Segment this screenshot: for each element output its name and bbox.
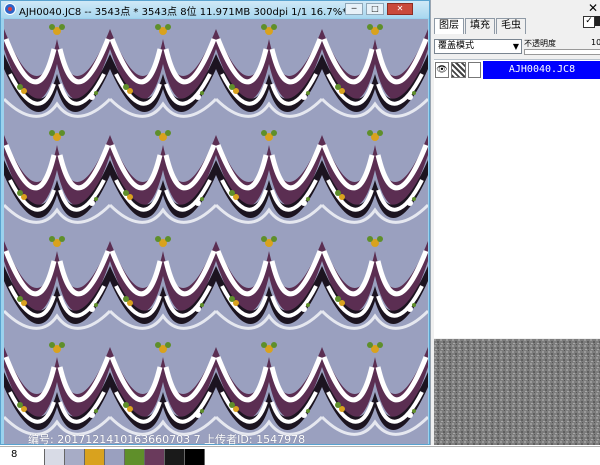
chevron-down-icon: ▼: [512, 42, 519, 51]
color-swatch[interactable]: [45, 449, 65, 465]
panel-tabs: 图层 填充 毛虫: [434, 18, 527, 34]
color-swatch[interactable]: [65, 449, 85, 465]
watermark-bar: 编号: 2017121410163660703 7 上传者ID: 1547978: [4, 431, 428, 446]
color-swatch[interactable]: [125, 449, 145, 465]
window-titlebar[interactable]: AJH0040.JC8 -- 3543点 * 3543点 8位 11.971MB…: [1, 1, 429, 18]
color-swatch[interactable]: [145, 449, 165, 465]
curtain-pattern-artwork: [4, 19, 428, 444]
panel-checkbox[interactable]: ✓: [583, 16, 595, 28]
panel-close-icon[interactable]: ✕: [586, 1, 600, 15]
layer-thumbnail: [468, 62, 481, 78]
opacity-slider[interactable]: [524, 49, 600, 55]
close-button[interactable]: ✕: [387, 3, 413, 15]
layers-panel: ✕ 图层 填充 毛虫 ✓ 覆盖模式 ▼ 不透明度 100 👁 AJH0040.J…: [430, 0, 600, 445]
tab-layers[interactable]: 图层: [434, 18, 464, 34]
tab-fill[interactable]: 填充: [465, 18, 495, 34]
blend-mode-value: 覆盖模式: [438, 41, 475, 51]
color-swatch[interactable]: [185, 449, 205, 465]
color-swatches: [25, 449, 205, 465]
noise-texture-image: [434, 339, 600, 445]
layer-row[interactable]: 👁 AJH0040.JC8: [434, 61, 600, 79]
app-icon[interactable]: [4, 3, 16, 15]
opacity-value: 100: [591, 38, 600, 47]
panel-pin-icon[interactable]: [595, 16, 600, 26]
color-palette-bar: 8: [0, 446, 600, 465]
layer-list: 👁 AJH0040.JC8: [434, 59, 600, 338]
color-swatch[interactable]: [85, 449, 105, 465]
window-title: AJH0040.JC8 -- 3543点 * 3543点 8位 11.971MB…: [19, 7, 348, 18]
layer-name[interactable]: AJH0040.JC8: [483, 61, 600, 79]
document-window: AJH0040.JC8 -- 3543点 * 3543点 8位 11.971MB…: [0, 0, 430, 446]
watermark-text: 编号: 2017121410163660703 7 上传者ID: 1547978: [28, 433, 306, 446]
maximize-button[interactable]: □: [366, 3, 384, 15]
lock-pattern-icon[interactable]: [451, 62, 466, 78]
color-swatch[interactable]: [105, 449, 125, 465]
tab-brush[interactable]: 毛虫: [496, 18, 526, 34]
eye-icon[interactable]: 👁: [435, 62, 449, 78]
palette-count: 8: [11, 449, 18, 460]
texture-preview: [434, 339, 600, 445]
opacity-label: 不透明度: [524, 39, 556, 48]
pattern-canvas[interactable]: [4, 19, 428, 444]
minimize-button[interactable]: ─: [345, 3, 363, 15]
blend-mode-select[interactable]: 覆盖模式 ▼: [434, 39, 522, 54]
color-swatch[interactable]: [165, 449, 185, 465]
color-swatch[interactable]: [25, 449, 45, 465]
